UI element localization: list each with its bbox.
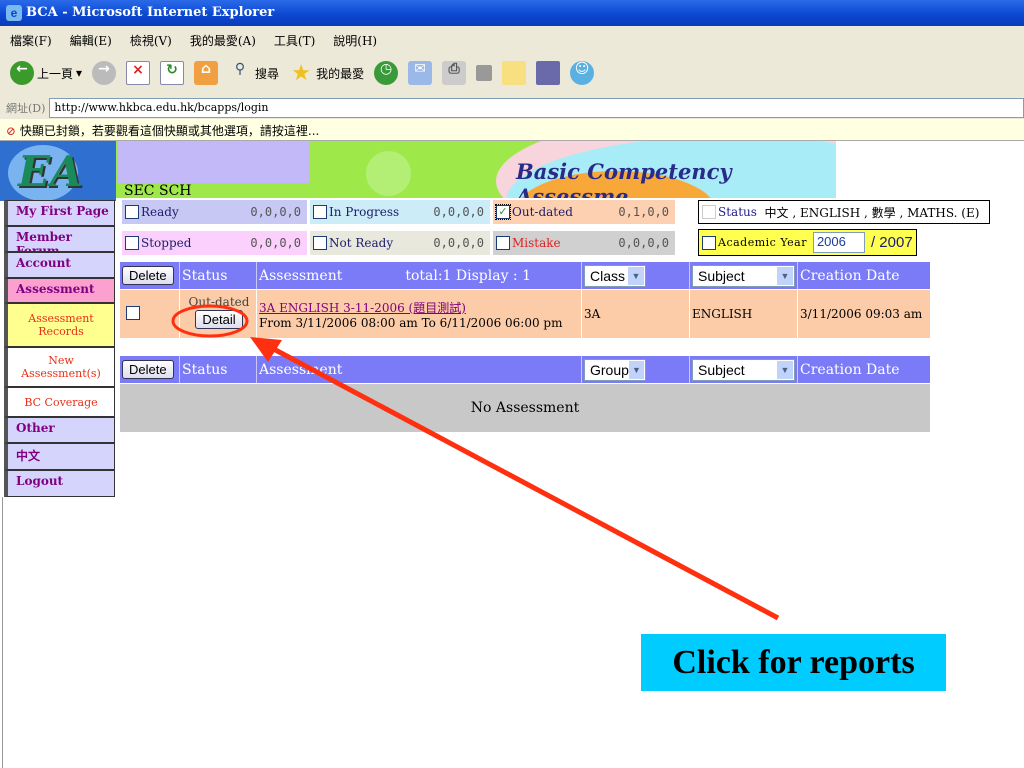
arrow-line <box>266 343 780 621</box>
highlight-circle <box>171 304 249 338</box>
callout-label: Click for reports <box>641 634 946 691</box>
